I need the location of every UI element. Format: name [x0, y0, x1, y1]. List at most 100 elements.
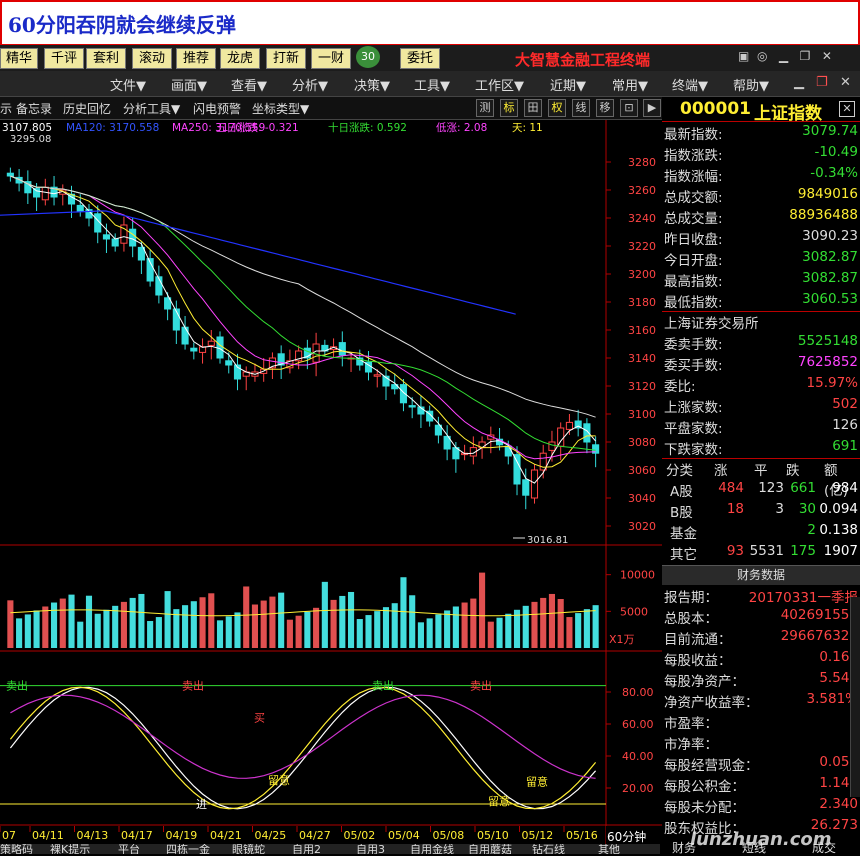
tab-other[interactable]: 其他: [598, 844, 620, 854]
menu-common[interactable]: 常用▼: [612, 75, 648, 94]
finance-title[interactable]: 财务数据: [662, 565, 860, 585]
toolbar-button-jinghua[interactable]: 精华: [0, 48, 38, 69]
tab-strategy-code[interactable]: 策略码: [0, 844, 33, 854]
toolbar-button-tuijian[interactable]: 推荐: [176, 48, 216, 69]
price-tick-label: 3220: [628, 240, 656, 253]
breadth-cell: 5531: [749, 543, 784, 559]
osc-tick-label: 40.00: [622, 750, 654, 763]
tab-custom2[interactable]: 自用2: [292, 844, 321, 854]
subbar-memo[interactable]: 备忘录: [16, 100, 52, 117]
menu-terminal[interactable]: 终端▼: [672, 75, 708, 94]
toolbar-button-qianping[interactable]: 千评: [44, 48, 84, 69]
toolbar-button-yicai[interactable]: 一财: [311, 48, 351, 69]
menu-tools[interactable]: 工具▼: [414, 75, 450, 94]
tab-naked-k[interactable]: 裸K提示: [50, 844, 90, 854]
scrollbar[interactable]: [850, 597, 860, 797]
tab-platform[interactable]: 平台: [118, 844, 140, 854]
tab-custom3[interactable]: 自用3: [356, 844, 385, 854]
indicator-tabs: 策略码 裸K提示 平台 四栋一金 眼镜蛇 自用2 自用3 自用金线 自用蘑菇 钻…: [0, 844, 660, 854]
finance-row: 净资产收益率： 3.581%: [664, 691, 858, 712]
menu-close-icon[interactable]: ✕: [840, 75, 851, 90]
volume-bar: [365, 615, 372, 648]
menu-restore-icon[interactable]: ❐: [816, 75, 828, 90]
tool-grid[interactable]: 田: [524, 99, 542, 117]
price-tick-label: 3240: [628, 212, 656, 225]
subbar-flash-alert[interactable]: 闪电预警: [193, 100, 241, 117]
menu-decision[interactable]: 决策▼: [354, 75, 390, 94]
tab-diamond[interactable]: 钻石线: [532, 844, 565, 854]
finance-label: 净资产收益率：: [664, 695, 759, 711]
tool-play[interactable]: ▶: [643, 99, 661, 117]
tool-line[interactable]: 线: [572, 99, 590, 117]
quote-value: 9849016: [797, 186, 858, 202]
breadth-header-cell: 涨: [714, 463, 728, 479]
tool-move[interactable]: 移: [596, 99, 614, 117]
volume-unit-label[interactable]: X1万: [609, 633, 635, 646]
volume-bar: [7, 600, 14, 648]
volume-bar: [50, 602, 58, 648]
toolbar-button-daxin[interactable]: 打新: [266, 48, 306, 69]
tool-mark[interactable]: 标: [500, 99, 518, 117]
quote-row: 指数涨幅: -0.34%: [664, 165, 858, 186]
help-icon[interactable]: ◎: [757, 49, 767, 63]
tool-rights[interactable]: 权: [548, 99, 566, 117]
minimize-icon[interactable]: ▁: [779, 49, 788, 63]
osc-tick-label: 80.00: [622, 686, 654, 699]
finance-label: 每股收益：: [664, 653, 732, 669]
toolbar-button-gundong[interactable]: 滚动: [132, 48, 172, 69]
toolbar-button-weituo[interactable]: 委托: [400, 48, 440, 69]
volume-bar: [129, 597, 136, 648]
menu-screen[interactable]: 画面▼: [171, 75, 207, 94]
subbar-analysis-tools[interactable]: 分析工具▼: [123, 100, 180, 117]
menu-workspace[interactable]: 工作区▼: [475, 75, 524, 94]
price-tick-label: 3280: [628, 156, 656, 169]
restore-icon[interactable]: ❐: [800, 49, 811, 63]
price-tick-label: 3060: [628, 464, 656, 477]
close-icon[interactable]: ✕: [822, 49, 832, 63]
tool-measure[interactable]: 测: [476, 99, 494, 117]
finance-value: 296676327: [780, 628, 858, 644]
header-ten-day: 十日涨跌: 0.592: [328, 121, 407, 134]
quote-value: 88936488: [789, 207, 858, 223]
menu-view[interactable]: 查看▼: [231, 75, 267, 94]
subbar-history[interactable]: 历史回忆: [63, 100, 111, 117]
signal-label: 留意: [488, 794, 510, 808]
volume-bar: [251, 604, 259, 648]
menu-minimize-icon[interactable]: ▁: [794, 75, 804, 90]
monitor-icon[interactable]: ▣: [738, 49, 749, 63]
finance-row: 每股收益： 0.163: [664, 649, 858, 670]
candle-body: [190, 347, 198, 352]
menu-file[interactable]: 文件▼: [110, 75, 146, 94]
menu-help[interactable]: 帮助▼: [733, 75, 769, 94]
breadth-header-cell: 分类: [666, 463, 693, 479]
volume-bar: [59, 598, 66, 648]
candle-body: [373, 374, 381, 377]
main-menu: 文件▼ 画面▼ 查看▼ 分析▼ 决策▼ 工具▼ 工作区▼ 近期▼ 常用▼ 终端▼…: [0, 71, 860, 97]
toolbar-badge-30[interactable]: 30: [356, 46, 380, 68]
tool-zoom[interactable]: ⊡: [620, 99, 638, 117]
breadth-cell: 其它: [670, 547, 697, 563]
panel-close-icon[interactable]: ✕: [839, 101, 855, 117]
candle-body: [6, 172, 14, 177]
menu-recent[interactable]: 近期▼: [550, 75, 586, 94]
volume-bar: [164, 591, 171, 648]
period-label[interactable]: 60分钟: [607, 829, 646, 844]
toolbar-button-taoli[interactable]: 套利: [86, 48, 126, 69]
tab-cobra[interactable]: 眼镜蛇: [232, 844, 265, 854]
toolbar-button-longhu[interactable]: 龙虎: [220, 48, 260, 69]
finance-label: 报告期：: [664, 590, 718, 606]
signal-label: 卖出: [182, 679, 204, 693]
subbar-show[interactable]: 示: [0, 100, 12, 117]
tab-custom-gold[interactable]: 自用金线: [410, 844, 454, 854]
quote-row: 指数涨跌: -10.49: [664, 144, 858, 165]
kline-chart[interactable]: 3107.805 MA120: 3170.558 MA250: 3170.559…: [0, 120, 662, 844]
tab-custom-mushroom[interactable]: 自用蘑菇: [468, 844, 512, 854]
volume-bar: [182, 605, 189, 648]
quote-row: 最高指数: 3082.87: [664, 270, 858, 291]
subbar-axis-type[interactable]: 坐标类型▼: [252, 100, 309, 117]
menu-analysis[interactable]: 分析▼: [292, 75, 328, 94]
volume-bar: [147, 621, 154, 648]
header-days: 天: 11: [512, 122, 543, 134]
candle-body: [111, 238, 119, 247]
tab-four-one[interactable]: 四栋一金: [166, 844, 210, 854]
